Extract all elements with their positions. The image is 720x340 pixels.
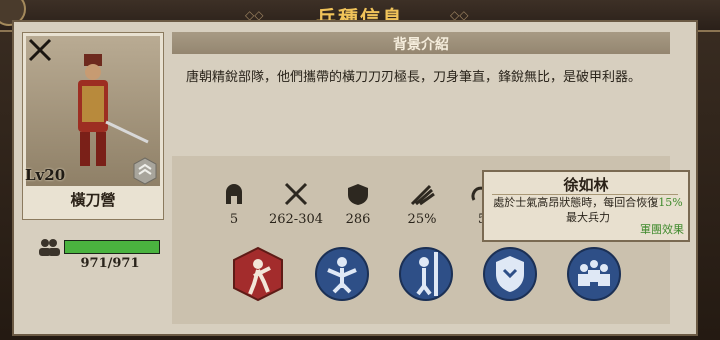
tooltip-desc-a: 處於士氣高昂狀態時，每回合恢復 <box>493 196 659 209</box>
slash-icon <box>392 182 452 210</box>
stat-value: 25% <box>407 212 437 227</box>
stat-value: 5 <box>229 212 239 227</box>
stat-value: 262-304 <box>268 212 324 227</box>
troops-icon <box>38 238 60 260</box>
hp-bar-fill <box>65 241 159 253</box>
tooltip-effect-type: 軍團效果 <box>640 223 684 236</box>
skill-spear-icon[interactable] <box>398 246 454 302</box>
background-title-bar: 背景介紹 <box>172 32 670 54</box>
background-title: 背景介紹 <box>393 37 449 53</box>
unit-name: 橫刀營 <box>70 191 116 209</box>
skill-army-icon[interactable] <box>566 246 622 302</box>
stat-value: 286 <box>345 212 371 227</box>
sword-class-icon <box>27 37 53 67</box>
crossed-swords-icon <box>266 182 326 210</box>
helmet-icon <box>204 182 264 210</box>
skill-tooltip: 徐如林 處於士氣高昂狀態時，每回合恢復15% 最大兵力 軍團效果 <box>482 170 690 242</box>
skill-strike-icon[interactable] <box>230 246 286 302</box>
skill-shield-icon[interactable] <box>482 246 538 302</box>
tooltip-desc-b: 最大兵力 <box>566 211 610 224</box>
skill-guard-icon[interactable] <box>314 246 370 302</box>
hp-bar <box>64 240 160 254</box>
shield-icon <box>328 182 388 210</box>
rank-chevron-icon <box>133 157 157 189</box>
tooltip-desc-percent: 15% <box>658 196 683 209</box>
background-description: 唐朝精銳部隊，他們攜帶的橫刀刀刃極長，刀身筆直，鋒銳無比，是破甲利器。 <box>186 70 642 85</box>
tooltip-skill-name: 徐如林 <box>563 176 609 194</box>
unit-level: Lv20 <box>25 166 66 184</box>
hp-value: 971/971 <box>80 256 140 271</box>
unit-card: Lv20 橫刀營 <box>22 32 164 220</box>
